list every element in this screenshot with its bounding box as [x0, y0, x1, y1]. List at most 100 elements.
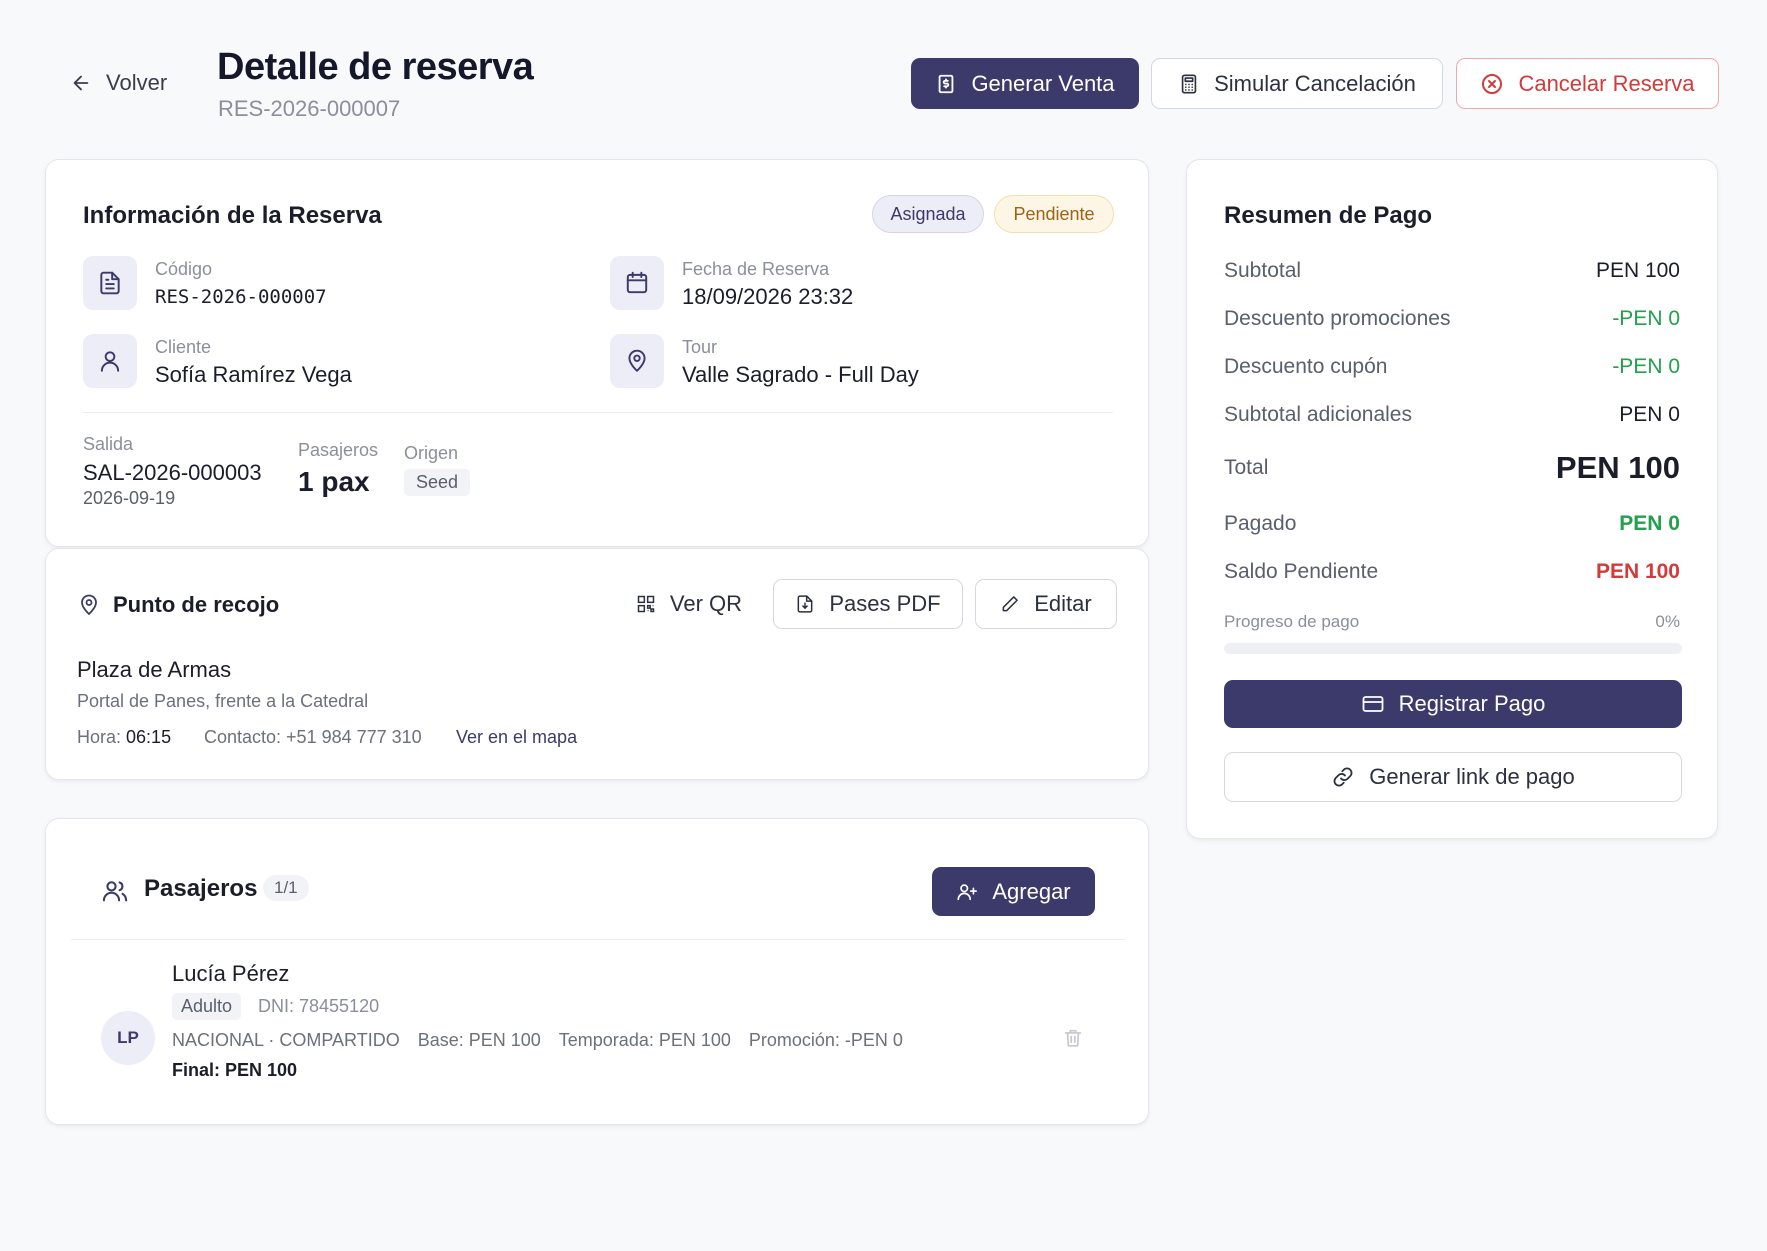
date-value: 18/09/2026 23:32	[682, 284, 854, 309]
passenger-dni: DNI: 78455120	[258, 996, 380, 1016]
passengers-count-badge: 1/1	[263, 875, 309, 901]
payment-summary-title: Resumen de Pago	[1224, 202, 1433, 229]
extras-value: PEN 0	[1619, 403, 1680, 426]
cancel-reservation-button[interactable]: Cancelar Reserva	[1456, 58, 1719, 109]
passenger-season-price: Temporada: PEN 100	[558, 1030, 731, 1050]
passenger-category: NACIONAL · COMPARTIDO	[172, 1030, 400, 1050]
reservation-info-title: Información de la Reserva	[83, 202, 382, 229]
register-payment-button[interactable]: Registrar Pago	[1224, 680, 1682, 728]
simulate-cancel-label: Simular Cancelación	[1214, 70, 1416, 96]
coupon-discount-row: Descuento cupón -PEN 0	[1224, 355, 1680, 379]
simulate-cancel-button[interactable]: Simular Cancelación	[1151, 58, 1443, 109]
code-label: Código	[155, 259, 213, 279]
link-icon	[1331, 765, 1355, 789]
paid-row: Pagado PEN 0	[1224, 512, 1680, 536]
pickup-title: Punto de recojo	[113, 592, 280, 617]
receipt-dollar-icon	[935, 73, 957, 95]
total-value: PEN 100	[1555, 450, 1680, 485]
user-plus-icon	[956, 881, 978, 903]
payment-summary-card: Resumen de Pago Subtotal PEN 100 Descuen…	[1186, 159, 1718, 839]
passes-pdf-button[interactable]: Pases PDF	[773, 579, 963, 629]
extras-row: Subtotal adicionales PEN 0	[1224, 403, 1680, 427]
passenger-promo: Promoción: -PEN 0	[748, 1030, 903, 1050]
coupon-discount-value: -PEN 0	[1612, 355, 1680, 378]
code-value: RES-2026-000007	[155, 286, 327, 308]
passenger-base-price: Base: PEN 100	[417, 1030, 541, 1050]
progress-bar	[1224, 643, 1682, 654]
paid-value: PEN 0	[1619, 512, 1680, 535]
passengers-card: Pasajeros 1/1 Agregar LP Lucía Pérez Adu…	[45, 818, 1149, 1125]
pickup-card: Punto de recojo Ver QR Pases PDF Editar …	[45, 548, 1149, 780]
balance-value: PEN 100	[1595, 560, 1680, 583]
balance-label: Saldo Pendiente	[1224, 560, 1379, 583]
back-button[interactable]: Volver	[70, 70, 167, 96]
status-badge-assigned: Asignada	[872, 195, 984, 233]
promo-discount-value: -PEN 0	[1612, 307, 1680, 330]
client-label: Cliente	[155, 337, 212, 357]
add-passenger-button[interactable]: Agregar	[932, 867, 1095, 916]
page-title: Detalle de reserva	[217, 46, 534, 88]
avatar: LP	[101, 1011, 155, 1065]
generate-payment-link-button[interactable]: Generar link de pago	[1224, 752, 1682, 802]
file-download-icon	[795, 594, 815, 614]
coupon-discount-label: Descuento cupón	[1224, 355, 1388, 378]
passengers-label: Pasajeros	[298, 440, 379, 460]
passenger-final-price: Final: PEN 100	[172, 1060, 298, 1080]
pickup-place: Plaza de Armas	[77, 657, 232, 682]
view-qr-button[interactable]: Ver QR	[624, 579, 754, 629]
promo-discount-row: Descuento promociones -PEN 0	[1224, 307, 1680, 331]
generate-sale-label: Generar Venta	[971, 70, 1115, 96]
map-pin-icon	[77, 593, 101, 617]
extras-label: Subtotal adicionales	[1224, 403, 1412, 426]
trash-icon[interactable]	[1062, 1027, 1084, 1049]
pickup-contact: Contacto: +51 984 777 310	[204, 727, 422, 747]
total-label: Total	[1224, 456, 1269, 479]
pencil-icon	[1000, 594, 1020, 614]
tour-icon-box	[610, 334, 664, 388]
status-badge-pending: Pendiente	[994, 195, 1114, 233]
promo-discount-label: Descuento promociones	[1224, 307, 1451, 330]
credit-card-icon	[1361, 692, 1385, 716]
paid-label: Pagado	[1224, 512, 1297, 535]
view-map-link[interactable]: Ver en el mapa	[456, 727, 577, 748]
client-icon-box	[83, 334, 137, 388]
view-qr-label: Ver QR	[669, 591, 743, 616]
qr-code-icon	[636, 594, 656, 614]
passenger-pricing: NACIONAL · COMPARTIDO Base: PEN 100 Temp…	[172, 1030, 903, 1051]
file-text-icon	[97, 270, 123, 296]
generate-sale-button[interactable]: Generar Venta	[911, 58, 1139, 109]
code-icon-box	[83, 256, 137, 310]
pickup-time-value: 06:15	[126, 727, 172, 747]
progress-row: Progreso de pago 0%	[1224, 612, 1680, 632]
date-label: Fecha de Reserva	[682, 259, 830, 279]
origin-badge: Seed	[404, 469, 471, 496]
passengers-value: 1 pax	[298, 466, 370, 497]
departure-code: SAL-2026-000003	[83, 460, 262, 485]
back-label: Volver	[106, 70, 168, 95]
generate-payment-link-label: Generar link de pago	[1369, 764, 1575, 789]
cancel-reservation-label: Cancelar Reserva	[1518, 70, 1695, 96]
departure-label: Salida	[83, 434, 134, 454]
list-item: LP Lucía Pérez Adulto DNI: 78455120 NACI…	[46, 939, 1146, 1119]
subtotal-label: Subtotal	[1224, 259, 1302, 282]
user-icon	[97, 348, 123, 374]
subtotal-value: PEN 100	[1595, 259, 1680, 282]
tour-value: Valle Sagrado - Full Day	[682, 362, 919, 387]
passengers-title: Pasajeros	[144, 875, 258, 902]
map-pin-icon	[624, 348, 650, 374]
departure-date: 2026-09-19	[83, 488, 176, 508]
register-payment-label: Registrar Pago	[1398, 691, 1546, 716]
progress-percent: 0%	[1655, 612, 1680, 631]
passes-pdf-label: Pases PDF	[829, 591, 941, 616]
pickup-address: Portal de Panes, frente a la Catedral	[77, 691, 369, 711]
arrow-left-icon	[70, 72, 92, 94]
passenger-name: Lucía Pérez	[172, 961, 290, 986]
edit-pickup-button[interactable]: Editar	[975, 579, 1117, 629]
circle-x-icon	[1480, 72, 1504, 96]
origin-label: Origen	[404, 443, 459, 463]
passenger-type-badge: Adulto	[172, 993, 242, 1020]
total-row: Total PEN 100	[1224, 450, 1680, 486]
date-icon-box	[610, 256, 664, 310]
calculator-icon	[1178, 73, 1200, 95]
calendar-icon	[624, 270, 650, 296]
